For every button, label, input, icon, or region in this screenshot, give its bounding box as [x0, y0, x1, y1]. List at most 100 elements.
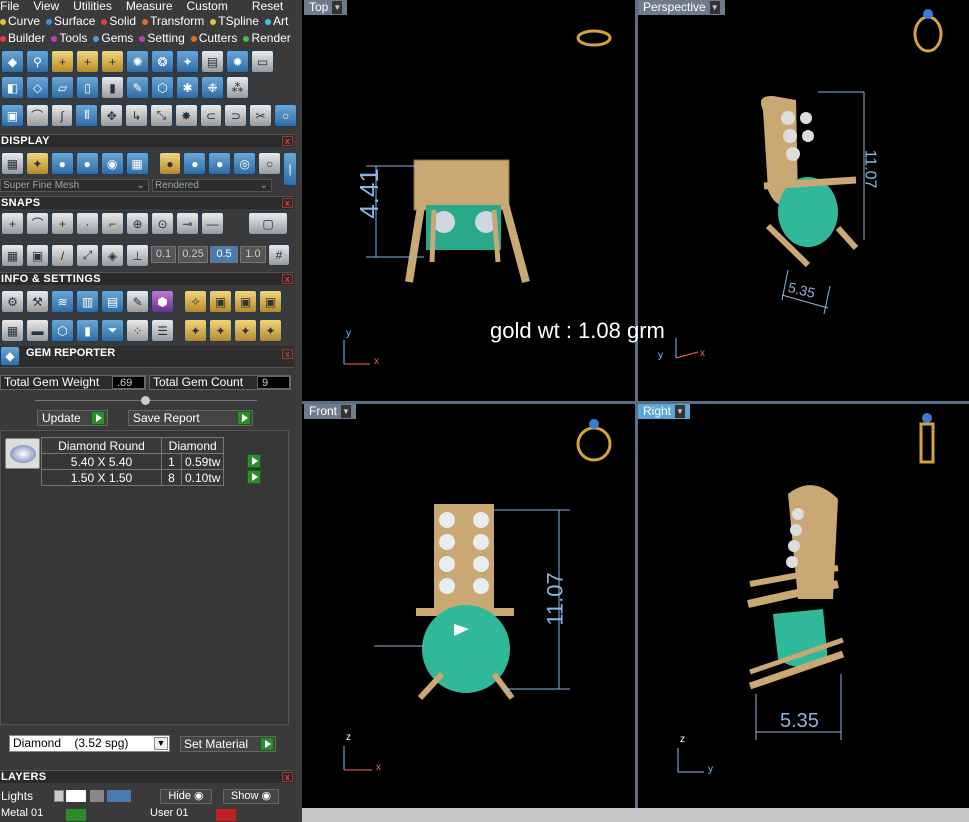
scatter-icon[interactable]: ⁘	[126, 319, 149, 342]
tab-gems[interactable]: Gems	[93, 30, 133, 47]
show-button[interactable]: Show ◉	[223, 789, 279, 804]
book-icon[interactable]: ▮	[76, 319, 99, 342]
row-go-icon[interactable]	[247, 470, 261, 484]
snap-center-icon[interactable]: ⊕	[126, 212, 149, 235]
tab-solid[interactable]: Solid	[101, 13, 136, 30]
snap-box-icon[interactable]: ▢	[248, 212, 288, 235]
light-icon[interactable]: ✧	[184, 290, 207, 313]
menu-measure[interactable]: Measure	[126, 0, 173, 13]
wireframe-icon[interactable]: ▦	[1, 152, 24, 175]
explode-icon[interactable]: ✸	[174, 104, 198, 127]
gem-on-curve-icon[interactable]: ✦	[176, 50, 199, 73]
tab-tools[interactable]: Tools	[51, 30, 87, 47]
gear-icon[interactable]: ✱	[176, 76, 199, 99]
move-icon[interactable]: ✥	[100, 104, 124, 127]
row-go-icon[interactable]	[247, 454, 261, 468]
nodes-icon[interactable]: ⁂	[226, 76, 249, 99]
table-row[interactable]: 1.50 X 1.50 8 0.10tw	[41, 469, 225, 486]
add-gem-2-icon[interactable]: +	[76, 50, 99, 73]
env-icon[interactable]: ◉	[100, 152, 124, 175]
snap-value-3[interactable]: 0.5	[210, 246, 238, 263]
divider-handle-icon[interactable]	[141, 396, 150, 405]
table-row[interactable]: 5.40 X 5.40 1 0.59tw	[41, 453, 225, 470]
dim3-icon[interactable]: ✦	[259, 319, 282, 342]
wrench-icon[interactable]: ⚒	[26, 290, 49, 313]
tab-tspline[interactable]: TSpline	[210, 13, 259, 30]
menu-file[interactable]: File	[0, 0, 19, 13]
smooth-icon[interactable]: ●	[75, 152, 99, 175]
render-mode-select[interactable]: Rendered ⌄	[152, 179, 272, 192]
tab-surface[interactable]: Surface	[46, 13, 95, 30]
slider-icon[interactable]: |	[283, 152, 297, 186]
dim2-icon[interactable]: ✦	[234, 319, 257, 342]
update-go-icon[interactable]	[91, 411, 105, 425]
color-swatch[interactable]	[66, 809, 86, 821]
add-gem-3-icon[interactable]: +	[101, 50, 124, 73]
grid-icon[interactable]: ▦	[125, 152, 149, 175]
snap-grid-toggle-icon[interactable]: #	[268, 244, 290, 266]
page-icon[interactable]: ▯	[76, 76, 99, 99]
mesh-select[interactable]: Super Fine Mesh ⌄	[0, 179, 149, 192]
pear-gem-icon[interactable]: ❂	[151, 50, 174, 73]
tab-transform[interactable]: Transform	[142, 13, 204, 30]
white-icon[interactable]: ○	[258, 152, 282, 175]
plate-icon[interactable]: ▱	[51, 76, 74, 99]
sheet-icon[interactable]: ▮	[101, 76, 124, 99]
material-icon[interactable]: ⬢	[151, 290, 174, 313]
snap-point-icon[interactable]: ·	[76, 212, 99, 235]
snap-meas-icon[interactable]: ⤢	[76, 244, 99, 267]
set-material-go-icon[interactable]	[260, 737, 274, 751]
bezel-icon[interactable]: ✹	[226, 50, 249, 73]
layers-icon[interactable]: ≋	[51, 290, 74, 313]
view-front[interactable]: Front ▼ 11.07 z x	[304, 404, 635, 808]
add-gem-icon[interactable]: +	[51, 50, 74, 73]
brush-icon[interactable]: ✎	[126, 76, 149, 99]
snap-value-2[interactable]: 0.25	[178, 246, 208, 263]
view3-icon[interactable]: ▣	[259, 290, 282, 313]
snap-curve-icon[interactable]: ⌒	[26, 212, 49, 235]
snap-line-icon[interactable]: /	[51, 244, 74, 267]
view-right[interactable]: Right ▼ 5.35 z y	[638, 404, 969, 808]
snap-obj-icon[interactable]: ▣	[26, 244, 49, 267]
pin-icon[interactable]: ✦	[184, 319, 207, 342]
close-icon[interactable]: x	[282, 198, 293, 208]
cube-icon[interactable]: ⬡	[151, 76, 174, 99]
curve-icon[interactable]: ∫	[50, 104, 74, 127]
boolean-icon[interactable]: ▣	[1, 104, 24, 127]
prong-tool-icon[interactable]: ⚲	[26, 50, 49, 73]
view1-icon[interactable]: ▣	[209, 290, 232, 313]
layer-row-lights[interactable]: Lights Hide ◉ Show ◉	[0, 788, 294, 805]
tab-curve[interactable]: Curve	[0, 13, 40, 30]
menu-reset[interactable]: Reset	[252, 0, 283, 13]
ring-tool-icon[interactable]: ◧	[1, 76, 24, 99]
menu-view[interactable]: View	[33, 0, 59, 13]
close-icon[interactable]: x	[282, 136, 293, 146]
save-report-button[interactable]: Save Report	[128, 410, 253, 426]
snap-grid-icon[interactable]: +	[1, 212, 24, 235]
view-toggle-icon[interactable]: ▭	[251, 50, 274, 73]
scale-icon[interactable]: ⤡	[149, 104, 173, 127]
menu-custom[interactable]: Custom	[187, 0, 228, 13]
tab-render[interactable]: Render	[243, 30, 291, 47]
tab-art[interactable]: Art	[264, 13, 288, 30]
rotate-icon[interactable]: ↳	[125, 104, 148, 127]
shaded-icon[interactable]: ●	[50, 152, 74, 175]
color-swatch[interactable]	[216, 809, 236, 821]
gold-sphere-icon[interactable]: ●	[158, 152, 182, 175]
snap-cross-icon[interactable]: +	[51, 212, 74, 235]
save-report-go-icon[interactable]	[237, 411, 251, 425]
circle-icon[interactable]: ○	[274, 104, 297, 127]
tab-cutters[interactable]: Cutters	[190, 30, 237, 47]
lock-icon[interactable]	[90, 790, 104, 802]
expand-icon[interactable]	[54, 790, 64, 802]
unlink-icon[interactable]: ⊃	[224, 104, 248, 127]
snap-value-4[interactable]: 1.0	[240, 246, 266, 263]
glass-icon[interactable]: ◎	[233, 152, 257, 175]
dim-icon[interactable]: ✦	[209, 319, 232, 342]
close-icon[interactable]: x	[282, 274, 293, 284]
cube-frame-icon[interactable]: ⬡	[51, 319, 74, 342]
view2-icon[interactable]: ▣	[234, 290, 257, 313]
diamond-icon[interactable]: ◇	[26, 76, 49, 99]
list-icon[interactable]: ☰	[151, 319, 174, 342]
box-icon[interactable]: ▥	[76, 290, 99, 313]
